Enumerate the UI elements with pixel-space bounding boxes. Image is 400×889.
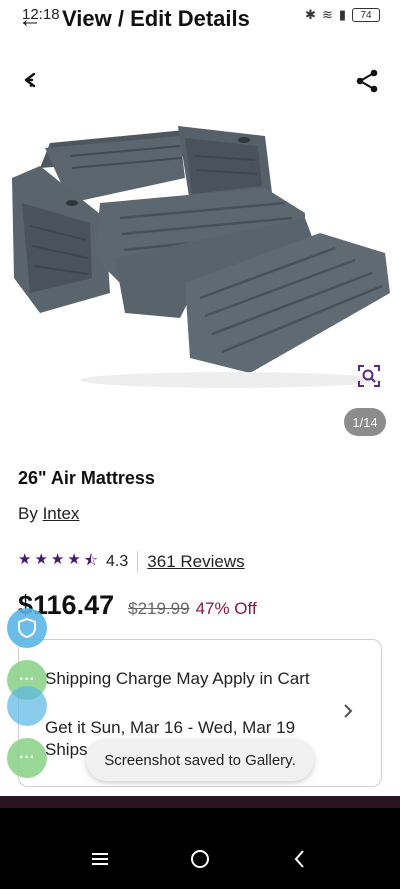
image-counter: 1/14	[344, 408, 386, 436]
recent-apps-icon[interactable]	[89, 848, 111, 870]
share-icon[interactable]	[354, 68, 380, 94]
reviews-link[interactable]: 361 Reviews	[147, 552, 244, 572]
title-bar: ← View / Edit Details	[0, 2, 400, 36]
delivery-date-text: Get it Sun, Mar 16 - Wed, Mar 19	[45, 718, 296, 737]
rating-value: 4.3	[106, 553, 129, 570]
back-icon[interactable]	[289, 848, 311, 870]
page-title: View / Edit Details	[62, 6, 250, 31]
shipping-charge-text: Shipping Charge May Apply in Cart	[45, 669, 310, 688]
brand-link[interactable]: Intex	[43, 504, 80, 523]
zoom-icon[interactable]	[356, 363, 382, 389]
byline: By Intex	[18, 504, 79, 524]
original-price: $219.99	[128, 599, 190, 618]
system-nav-bar	[0, 808, 400, 889]
discount-badge: 47% Off	[195, 599, 257, 618]
ships-text: Ships	[45, 740, 88, 759]
divider	[137, 551, 139, 573]
rating-stars: ★ ★ ★ ★ ⯪	[18, 550, 98, 575]
home-icon[interactable]	[189, 848, 211, 870]
floating-more-bubble[interactable]: ···	[7, 738, 47, 778]
title-back-icon[interactable]: ←	[18, 6, 42, 34]
product-image[interactable]	[0, 108, 400, 408]
toast-message: Screenshot saved to Gallery.	[86, 739, 314, 781]
price-row: $116.47 $219.99 47% Off	[18, 590, 257, 621]
star-full-icon: ★	[18, 550, 32, 568]
back-arrow-icon[interactable]	[20, 68, 44, 92]
star-full-icon: ★	[67, 550, 81, 568]
star-full-icon: ★	[50, 550, 65, 568]
shield-icon	[18, 617, 36, 639]
floating-shield-bubble-secondary[interactable]	[7, 686, 47, 726]
bottom-strip	[0, 796, 400, 808]
rating-row: ★ ★ ★ ★ ⯪ 4.3 361 Reviews	[18, 550, 245, 574]
star-full-icon: ★	[34, 550, 48, 568]
by-prefix: By	[18, 504, 38, 523]
star-half-icon: ⯪	[83, 551, 99, 569]
product-title: 26" Air Mattress	[18, 468, 155, 488]
chevron-right-icon	[344, 704, 353, 718]
floating-shield-bubble[interactable]	[7, 608, 47, 648]
more-dots-icon: ···	[19, 749, 35, 766]
